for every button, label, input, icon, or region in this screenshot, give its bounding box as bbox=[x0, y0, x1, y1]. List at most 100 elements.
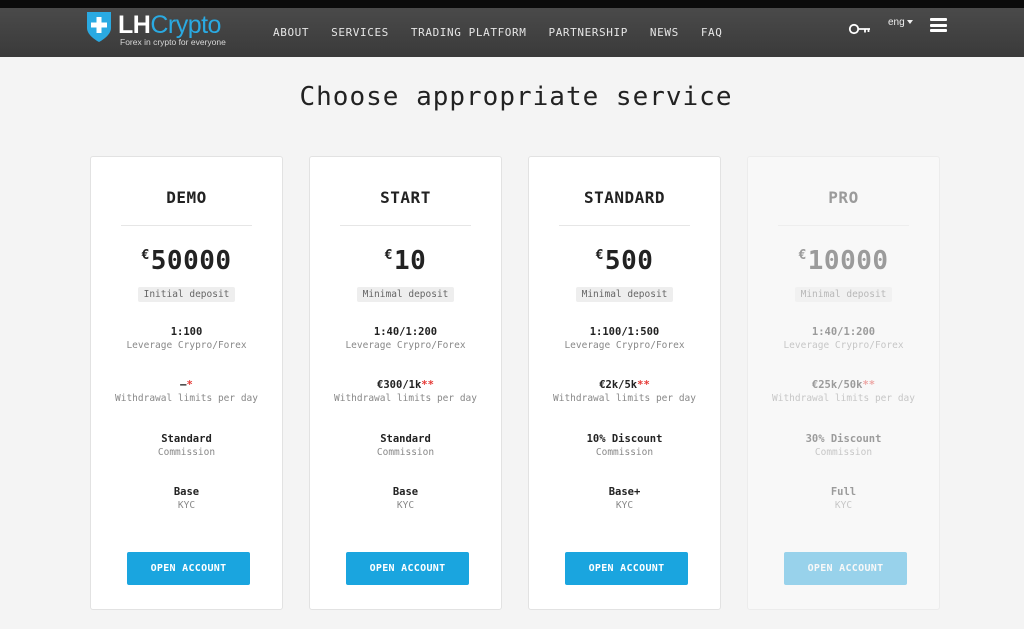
leverage-label: Leverage Crypro/Forex bbox=[783, 340, 904, 351]
footnote-mark: ** bbox=[637, 379, 650, 391]
price-amount: 500 bbox=[604, 246, 654, 276]
open-account-button[interactable]: OPEN ACCOUNT bbox=[565, 552, 688, 585]
feature-leverage: 1:40/1:200 Leverage Crypro/Forex bbox=[310, 325, 501, 353]
kyc-value: Full bbox=[830, 486, 857, 498]
open-account-button[interactable]: OPEN ACCOUNT bbox=[346, 552, 469, 585]
leverage-value: 1:40/1:200 bbox=[811, 326, 876, 338]
feature-withdrawal: –* Withdrawal limits per day bbox=[91, 378, 282, 406]
divider bbox=[778, 225, 909, 226]
key-icon[interactable] bbox=[848, 21, 872, 37]
feature-commission: 30% Discount Commission bbox=[748, 432, 939, 460]
feature-withdrawal: €300/1k** Withdrawal limits per day bbox=[310, 378, 501, 406]
shield-plus-icon bbox=[87, 12, 111, 42]
currency-symbol: € bbox=[141, 248, 150, 263]
kyc-value: Base+ bbox=[608, 486, 641, 498]
plan-name: PRO bbox=[828, 188, 859, 207]
commission-value: 10% Discount bbox=[586, 433, 663, 445]
feature-withdrawal: €25k/50k** Withdrawal limits per day bbox=[748, 378, 939, 406]
language-selector[interactable]: eng bbox=[888, 17, 913, 28]
brand-tagline: Forex in crypto for everyone bbox=[120, 37, 226, 47]
main-nav: ABOUT SERVICES TRADING PLATFORM PARTNERS… bbox=[273, 8, 744, 57]
leverage-label: Leverage Crypro/Forex bbox=[345, 340, 466, 351]
plan-card-pro: PRO €10000 Minimal deposit 1:40/1:200 Le… bbox=[747, 156, 940, 610]
divider bbox=[121, 225, 252, 226]
nav-about[interactable]: ABOUT bbox=[273, 26, 309, 39]
footnote-mark: ** bbox=[421, 379, 434, 391]
feature-leverage: 1:100 Leverage Crypro/Forex bbox=[91, 325, 282, 353]
plan-name: DEMO bbox=[166, 188, 207, 207]
divider bbox=[340, 225, 471, 226]
brand-lh: LH bbox=[118, 11, 151, 39]
price-amount: 50000 bbox=[150, 246, 232, 276]
currency-symbol: € bbox=[798, 248, 807, 263]
kyc-label: KYC bbox=[396, 500, 415, 511]
kyc-label: KYC bbox=[834, 500, 853, 511]
leverage-value: 1:100 bbox=[170, 326, 203, 338]
commission-value: Standard bbox=[380, 433, 431, 445]
nav-trading-platform[interactable]: TRADING PLATFORM bbox=[411, 26, 527, 39]
commission-label: Commission bbox=[376, 447, 435, 458]
kyc-value: Base bbox=[392, 486, 419, 498]
feature-kyc: Base KYC bbox=[91, 485, 282, 513]
withdrawal-label: Withdrawal limits per day bbox=[115, 393, 258, 404]
kyc-label: KYC bbox=[615, 500, 634, 511]
withdrawal-label: Withdrawal limits per day bbox=[772, 393, 915, 404]
deposit-label: Minimal deposit bbox=[310, 282, 501, 302]
brand-crypto: Crypto bbox=[150, 11, 221, 39]
feature-kyc: Full KYC bbox=[748, 485, 939, 513]
nav-news[interactable]: NEWS bbox=[650, 26, 679, 39]
kyc-value: Base bbox=[173, 486, 200, 498]
feature-kyc: Base KYC bbox=[310, 485, 501, 513]
logo[interactable]: LHCrypto Forex in crypto for everyone bbox=[86, 11, 236, 51]
withdrawal-value: –* bbox=[180, 379, 193, 391]
withdrawal-value: €300/1k** bbox=[377, 379, 434, 391]
currency-symbol: € bbox=[595, 248, 604, 263]
feature-commission: Standard Commission bbox=[310, 432, 501, 460]
commission-value: 30% Discount bbox=[805, 433, 882, 445]
site-header: LHCrypto Forex in crypto for everyone AB… bbox=[0, 8, 1024, 57]
page-title: Choose appropriate service bbox=[299, 82, 733, 112]
language-label: eng bbox=[888, 17, 905, 28]
divider bbox=[559, 225, 690, 226]
open-account-button[interactable]: OPEN ACCOUNT bbox=[127, 552, 250, 585]
feature-kyc: Base+ KYC bbox=[529, 485, 720, 513]
brand-name: LHCrypto bbox=[118, 11, 221, 39]
nav-services[interactable]: SERVICES bbox=[331, 26, 389, 39]
plan-card-demo: DEMO €50000 Initial deposit 1:100 Levera… bbox=[90, 156, 283, 610]
kyc-label: KYC bbox=[177, 500, 196, 511]
commission-label: Commission bbox=[595, 447, 654, 458]
deposit-label: Minimal deposit bbox=[529, 282, 720, 302]
open-account-button[interactable]: OPEN ACCOUNT bbox=[784, 552, 907, 585]
leverage-label: Leverage Crypro/Forex bbox=[564, 340, 685, 351]
plan-card-start: START €10 Minimal deposit 1:40/1:200 Lev… bbox=[309, 156, 502, 610]
top-strip bbox=[0, 0, 1024, 8]
feature-leverage: 1:40/1:200 Leverage Crypro/Forex bbox=[748, 325, 939, 353]
plan-price: €10000 bbox=[748, 246, 939, 276]
leverage-label: Leverage Crypro/Forex bbox=[126, 340, 247, 351]
feature-leverage: 1:100/1:500 Leverage Crypro/Forex bbox=[529, 325, 720, 353]
feature-withdrawal: €2k/5k** Withdrawal limits per day bbox=[529, 378, 720, 406]
withdrawal-value: €25k/50k** bbox=[811, 379, 876, 391]
commission-value: Standard bbox=[161, 433, 212, 445]
plan-price: €50000 bbox=[91, 246, 282, 276]
plan-card-standard: STANDARD €500 Minimal deposit 1:100/1:50… bbox=[528, 156, 721, 610]
menu-icon[interactable] bbox=[930, 18, 947, 32]
feature-commission: 10% Discount Commission bbox=[529, 432, 720, 460]
nav-faq[interactable]: FAQ bbox=[701, 26, 723, 39]
caret-down-icon bbox=[906, 20, 913, 25]
nav-partnership[interactable]: PARTNERSHIP bbox=[548, 26, 627, 39]
plan-name: STANDARD bbox=[583, 188, 666, 207]
commission-label: Commission bbox=[157, 447, 216, 458]
withdrawal-label: Withdrawal limits per day bbox=[334, 393, 477, 404]
currency-symbol: € bbox=[384, 248, 393, 263]
commission-label: Commission bbox=[814, 447, 873, 458]
leverage-value: 1:100/1:500 bbox=[589, 326, 660, 338]
footnote-mark: ** bbox=[862, 379, 876, 391]
deposit-label: Initial deposit bbox=[91, 282, 282, 302]
plan-name: START bbox=[380, 188, 431, 207]
withdrawal-label: Withdrawal limits per day bbox=[553, 393, 696, 404]
price-amount: 10000 bbox=[807, 246, 889, 276]
feature-commission: Standard Commission bbox=[91, 432, 282, 460]
price-amount: 10 bbox=[394, 246, 427, 276]
footnote-mark: * bbox=[186, 379, 193, 391]
